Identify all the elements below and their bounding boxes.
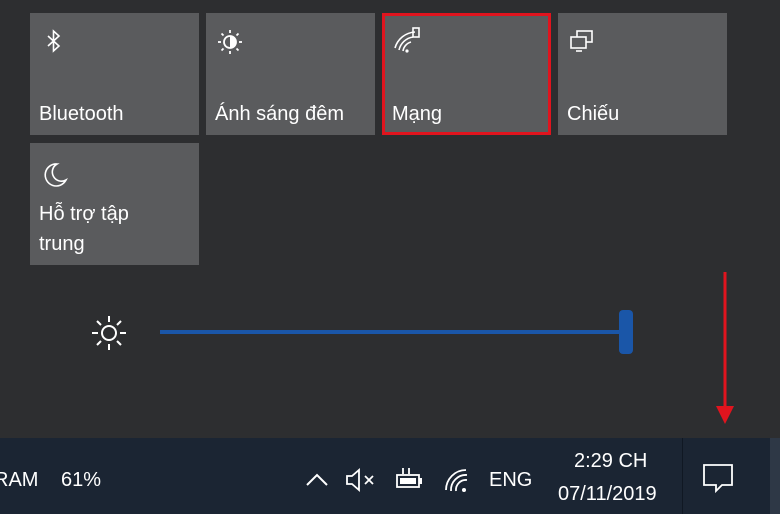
project-tile[interactable]: Chiếu: [558, 13, 727, 135]
clock-date[interactable]: 07/11/2019: [558, 482, 657, 506]
brightness-slider-track[interactable]: [160, 330, 630, 334]
battery-charging-icon[interactable]: [393, 466, 427, 494]
taskbar: RAM 61% ENG 2:29 CH 07/11/2019: [0, 438, 780, 514]
bluetooth-label: Bluetooth: [39, 103, 124, 125]
focus-assist-tile[interactable]: Hỗ trợ tập trung: [30, 143, 199, 265]
brightness-control: [0, 300, 780, 370]
network-label: Mạng: [392, 103, 443, 125]
notification-icon[interactable]: [700, 460, 736, 496]
brightness-slider-thumb[interactable]: [619, 310, 633, 354]
wifi-icon[interactable]: [442, 466, 472, 494]
volume-muted-icon[interactable]: [344, 466, 378, 494]
taskbar-divider: [682, 438, 683, 514]
taskbar-edge-strip: [770, 438, 780, 514]
chevron-up-icon[interactable]: [304, 470, 330, 490]
project-label: Chiếu: [567, 103, 620, 125]
ram-label: RAM: [0, 469, 39, 491]
ram-value: 61%: [61, 469, 102, 491]
focus-assist-moon-icon: [44, 163, 68, 187]
night-light-label: Ánh sáng đêm: [215, 103, 344, 125]
network-icon: [394, 27, 420, 53]
language-indicator[interactable]: ENG: [489, 468, 532, 492]
action-center-panel: Bluetooth Ánh sáng đêm Mạng Chiếu Hỗ trợ…: [0, 0, 780, 438]
bluetooth-tile[interactable]: Bluetooth: [30, 13, 199, 135]
brightness-sun-icon: [92, 316, 126, 350]
bluetooth-icon: [47, 29, 61, 53]
network-tile[interactable]: Mạng: [382, 13, 551, 135]
clock-time[interactable]: 2:29 CH: [574, 449, 647, 473]
night-light-icon: [218, 30, 242, 54]
night-light-tile[interactable]: Ánh sáng đêm: [206, 13, 375, 135]
focus-assist-label-line2: trung: [39, 233, 85, 255]
project-icon: [570, 30, 593, 52]
focus-assist-label-line1: Hỗ trợ tập: [39, 203, 129, 225]
